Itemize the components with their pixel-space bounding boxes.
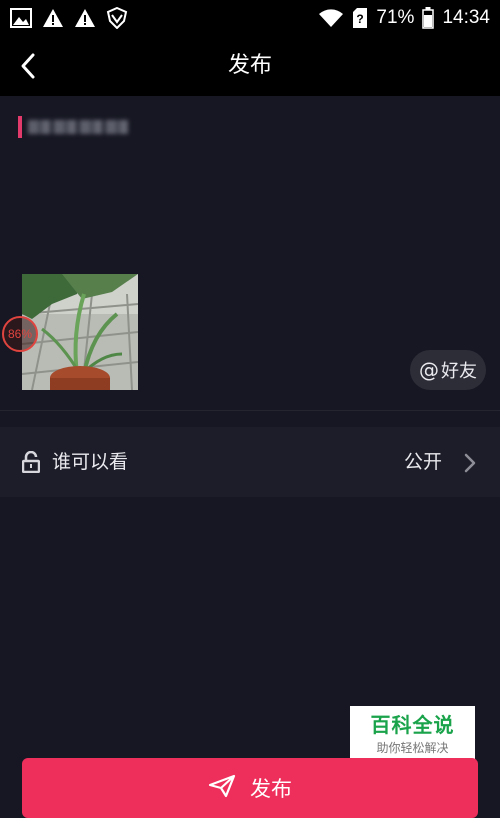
chevron-left-icon [21,53,35,79]
unlock-icon [21,450,41,477]
mention-friends-label: 好友 [441,361,477,382]
privacy-value: 公开 [403,451,442,473]
header: 发布 [0,36,500,96]
privacy-label: 谁可以看 [52,451,129,473]
watermark-logo: 百科全说 助你轻松解决 [350,706,475,764]
caption-blurred-text [28,120,128,134]
wifi-icon [318,8,344,28]
watermark-title: 百科全说 [370,713,455,737]
warning-icon [42,8,64,28]
battery-percent: 71% [376,7,415,28]
status-bar: ? 71% 14:34 [0,0,500,36]
svg-text:?: ? [357,12,364,26]
warning-icon [74,8,96,28]
divider [0,410,500,411]
battery-icon [422,7,435,29]
clock: 14:34 [442,7,490,28]
upload-progress-badge: 86% [2,316,38,352]
mention-friends-button[interactable]: @ 好友 [410,350,486,390]
sim-unknown-icon: ? [352,8,368,28]
publish-button[interactable]: 发布 [22,758,478,818]
send-icon [208,774,236,802]
status-right-icons: ? 71% 14:34 [318,7,490,29]
image-icon [10,8,32,28]
at-icon: @ [419,358,439,382]
status-left-icons [10,7,128,29]
chevron-right-icon [464,453,476,477]
watermark-subtitle: 助你轻松解决 [376,741,449,755]
privacy-setting-row[interactable]: 谁可以看 公开 [0,427,500,497]
composer-area[interactable]: 86% @ 好友 [0,96,500,410]
vpn-shield-icon [106,7,128,29]
publish-label: 发布 [250,777,292,801]
video-thumbnail[interactable] [22,274,138,390]
page-title: 发布 [227,53,272,78]
back-button[interactable] [10,48,46,84]
text-cursor [18,116,22,138]
